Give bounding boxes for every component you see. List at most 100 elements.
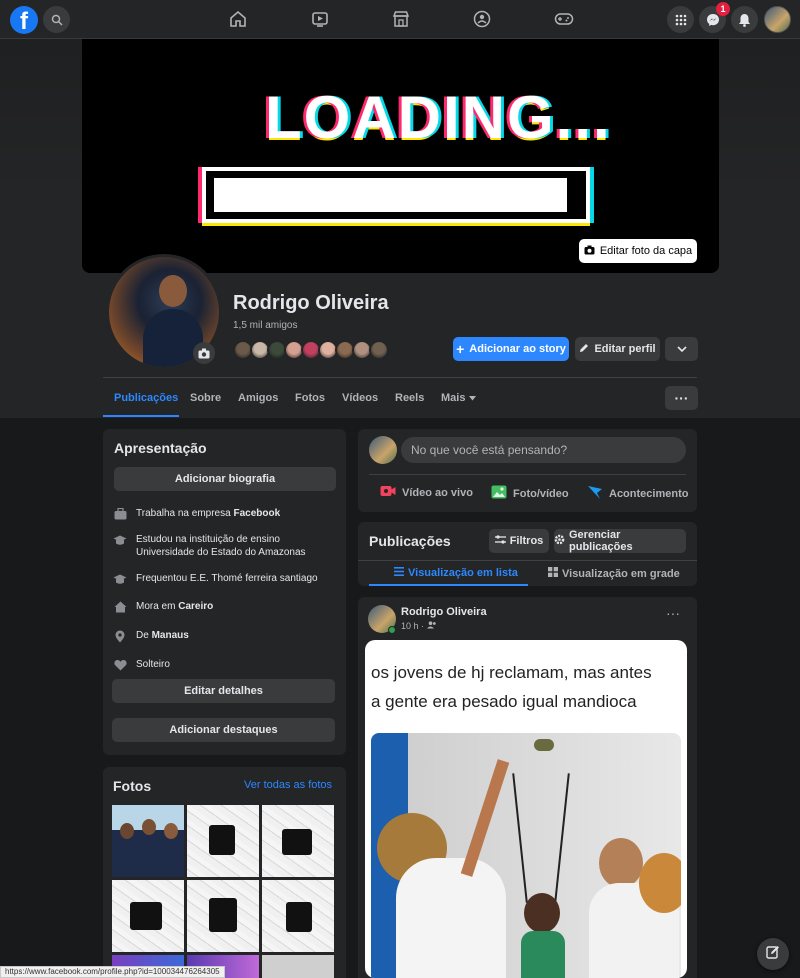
browser-status-url: https://www.facebook.com/profile.php?id=…	[0, 966, 225, 978]
home-icon[interactable]	[227, 8, 249, 30]
cover-loading-fill	[214, 178, 567, 212]
meme-scale-hook	[534, 739, 554, 751]
caret-down-icon	[469, 392, 477, 404]
filters-label: Filtros	[509, 535, 544, 547]
add-highlights-button[interactable]: Adicionar destaques	[112, 718, 335, 742]
watch-icon[interactable]	[309, 8, 331, 30]
cover-loading-bar	[202, 167, 590, 223]
life-event-button[interactable]: Acontecimento	[587, 485, 688, 503]
edit-profile-button[interactable]: Editar perfil	[575, 337, 660, 361]
tab-publicacoes[interactable]: Publicações	[114, 392, 178, 404]
tab-videos[interactable]: Vídeos	[342, 392, 378, 404]
photo-thumbnail[interactable]	[112, 880, 184, 952]
live-video-icon	[380, 485, 396, 500]
grid-view-tab[interactable]: Visualização em grade	[548, 567, 680, 580]
photo-video-label: Foto/vídeo	[513, 487, 569, 500]
account-avatar[interactable]	[764, 6, 791, 33]
intro-title: Apresentação	[114, 440, 207, 456]
friend-avatar[interactable]	[369, 340, 389, 360]
meme-caption: os jovens de hj reclamam, mas antes a ge…	[371, 658, 681, 716]
new-message-button[interactable]	[757, 938, 789, 970]
facebook-logo[interactable]: f	[10, 6, 38, 34]
notifications-icon[interactable]	[731, 6, 758, 33]
live-video-button[interactable]: Vídeo ao vivo	[380, 485, 473, 500]
post-image[interactable]: os jovens de hj reclamam, mas antes a ge…	[365, 640, 687, 978]
add-to-story-label: Adicionar ao story	[469, 343, 566, 355]
graduation-cap-icon	[113, 533, 127, 547]
graduation-cap-icon	[113, 572, 127, 586]
profile-name: Rodrigo Oliveira	[233, 292, 389, 314]
online-status-dot	[388, 626, 396, 634]
tab-fotos[interactable]: Fotos	[295, 392, 325, 404]
cover-photo[interactable]: LOADING...	[82, 39, 719, 273]
marketplace-icon[interactable]	[390, 8, 412, 30]
composer-avatar[interactable]	[369, 436, 397, 464]
meme-child-body	[521, 931, 565, 978]
photo-thumbnail[interactable]	[112, 805, 184, 877]
search-icon[interactable]	[43, 6, 70, 33]
intro-university-name[interactable]: Universidade do Estado do Amazonas	[136, 547, 306, 558]
list-view-indicator	[369, 584, 528, 586]
gear-icon	[554, 534, 565, 548]
manage-posts-button[interactable]: Gerenciar publicações	[554, 529, 686, 553]
cover-image-text: LOADING...	[265, 84, 612, 151]
composer-divider	[369, 474, 686, 475]
intro-school-text: Frequentou E.E. Thomé ferreira santiago	[136, 573, 318, 584]
photo-video-button[interactable]: Foto/vídeo	[491, 485, 569, 502]
post-meta: 10 h ·	[401, 621, 437, 631]
menu-grid-icon[interactable]	[667, 6, 694, 33]
edit-cover-photo-button[interactable]: Editar foto da capa	[579, 239, 697, 263]
intro-relationship-text: Solteiro	[136, 659, 170, 670]
post-options-icon[interactable]: ···	[666, 606, 680, 620]
photo-thumbnail[interactable]	[187, 880, 259, 952]
edit-profile-label: Editar perfil	[594, 343, 656, 355]
add-bio-button[interactable]: Adicionar biografia	[114, 467, 336, 491]
meme-strap-right	[554, 773, 570, 903]
photo-thumbnail[interactable]	[262, 805, 334, 877]
post-time[interactable]: 10 h ·	[401, 621, 424, 631]
tab-amigos[interactable]: Amigos	[238, 392, 278, 404]
photo-thumbnail[interactable]	[262, 880, 334, 952]
intro-work-text: Trabalha na empresa	[136, 508, 234, 519]
location-pin-icon	[113, 629, 127, 643]
more-options-button[interactable]	[665, 337, 698, 361]
meme-person-shirt	[396, 858, 506, 978]
header-divider	[103, 377, 697, 378]
live-video-label: Vídeo ao vivo	[402, 486, 473, 499]
photo-thumbnail[interactable]	[187, 805, 259, 877]
photo-thumbnail[interactable]	[262, 955, 334, 978]
heart-icon	[113, 658, 127, 672]
filter-sliders-icon	[494, 535, 506, 547]
ellipsis-icon: ···	[674, 390, 689, 406]
tab-mais[interactable]: Mais	[441, 392, 477, 404]
intro-home-city[interactable]: Careiro	[178, 601, 213, 612]
intro-from-city[interactable]: Manaus	[152, 630, 189, 641]
tabs-more-button[interactable]: ···	[665, 386, 698, 410]
life-event-label: Acontecimento	[609, 488, 689, 500]
list-view-tab[interactable]: Visualização em lista	[394, 567, 518, 579]
whats-on-your-mind-input[interactable]: No que você está pensando?	[401, 437, 686, 463]
manage-posts-label: Gerenciar publicações	[569, 529, 633, 553]
tab-sobre[interactable]: Sobre	[190, 392, 221, 404]
intro-work-company[interactable]: Facebook	[233, 508, 280, 519]
list-icon	[394, 567, 404, 579]
pencil-icon	[579, 343, 589, 356]
post-author-name[interactable]: Rodrigo Oliveira	[401, 606, 487, 618]
meme-caption-line-2: a gente era pesado igual mandioca	[371, 692, 637, 711]
update-profile-picture-camera-icon[interactable]	[193, 342, 215, 364]
intro-from-text: De	[136, 630, 152, 641]
edit-details-button[interactable]: Editar detalhes	[112, 679, 335, 703]
gaming-icon[interactable]	[553, 8, 575, 30]
camera-icon	[584, 245, 595, 258]
groups-icon[interactable]	[471, 8, 493, 30]
messenger-badge: 1	[716, 2, 730, 16]
plus-icon: +	[456, 341, 465, 357]
chevron-down-icon	[676, 343, 687, 355]
see-all-photos-link[interactable]: Ver todas as fotos	[244, 779, 332, 791]
friends-count[interactable]: 1,5 mil amigos	[233, 320, 297, 331]
filters-button[interactable]: Filtros	[489, 529, 549, 553]
add-to-story-button[interactable]: + Adicionar ao story	[453, 337, 569, 361]
grid-view-label: Visualização em grade	[562, 567, 680, 580]
posts-header-divider	[358, 560, 697, 561]
tab-reels[interactable]: Reels	[395, 392, 424, 404]
